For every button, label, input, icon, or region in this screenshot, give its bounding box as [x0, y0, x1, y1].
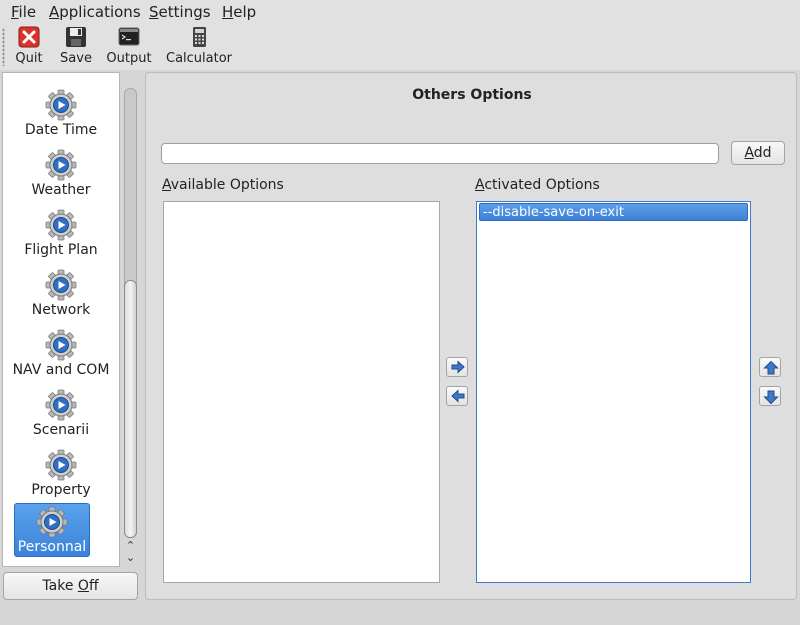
- sidebar-item-label: Property: [31, 482, 91, 498]
- gear-icon: [36, 506, 68, 538]
- arrow-down-icon: [763, 390, 779, 405]
- menu-file[interactable]: File: [11, 3, 36, 21]
- scroll-down-arrow-icon[interactable]: ⌄: [125, 552, 136, 563]
- activated-label-text: ctivated Options: [484, 177, 600, 193]
- panel-title: Others Options: [412, 87, 532, 103]
- option-input[interactable]: [161, 143, 719, 164]
- sidebar-item-nav-and-com[interactable]: NAV and COM: [3, 325, 119, 383]
- take-off-button[interactable]: Take Off: [3, 572, 138, 600]
- output-button[interactable]: Output: [106, 26, 152, 70]
- sidebar-item-label: Personnal: [17, 539, 87, 555]
- arrow-left-icon: [451, 389, 465, 403]
- activated-options-list[interactable]: --disable-save-on-exit: [476, 201, 751, 583]
- menu-file-label: ile: [18, 3, 37, 21]
- sidebar-item-scenarii[interactable]: Scenarii: [3, 385, 119, 443]
- terminal-icon: [118, 26, 140, 48]
- gear-icon: [45, 389, 77, 421]
- arrow-up-icon: [763, 360, 779, 375]
- gear-icon: [45, 209, 77, 241]
- calculator-button[interactable]: Calculator: [166, 26, 232, 70]
- remove-from-activated-button[interactable]: [446, 386, 468, 406]
- available-mnemonic: A: [162, 177, 171, 193]
- gear-icon: [45, 149, 77, 181]
- others-options-panel: Others Options Add Available Options Act…: [145, 72, 797, 600]
- gear-icon: [45, 449, 77, 481]
- scroll-up-arrow-icon[interactable]: ⌃: [125, 540, 136, 551]
- take-off-label-post: ff: [88, 578, 99, 594]
- menu-settings-mnemonic: S: [149, 3, 159, 21]
- sidebar-item-personnal[interactable]: Personnal: [14, 503, 90, 557]
- quit-label: Quit: [15, 51, 43, 66]
- toolbar-grip[interactable]: [2, 28, 5, 66]
- available-options-list[interactable]: [163, 201, 440, 583]
- output-label: Output: [106, 51, 152, 66]
- sidebar-scrollbar[interactable]: ⌃ ⌄: [122, 84, 139, 566]
- sidebar-item-label: Weather: [31, 182, 91, 198]
- sidebar-item-weather[interactable]: Weather: [3, 145, 119, 203]
- take-off-label-pre: Take: [42, 578, 78, 594]
- quit-button[interactable]: Quit: [12, 26, 46, 70]
- add-to-activated-button[interactable]: [446, 357, 468, 377]
- save-button[interactable]: Save: [58, 26, 94, 70]
- sidebar-item-label: Date Time: [24, 122, 98, 138]
- arrow-right-icon: [451, 360, 465, 374]
- menu-applications-label: pplications: [59, 3, 141, 21]
- gear-icon: [45, 329, 77, 361]
- sidebar-item-flight-plan[interactable]: Flight Plan: [3, 205, 119, 263]
- calculator-icon: [188, 26, 210, 48]
- gear-icon: [45, 269, 77, 301]
- sidebar-item-label: Network: [31, 302, 91, 318]
- menu-bar: File Applications Settings Help: [0, 0, 800, 24]
- status-bar: [0, 603, 800, 625]
- sidebar-item-label: Flight Plan: [24, 242, 98, 258]
- gear-icon: [45, 89, 77, 121]
- menu-help-label: elp: [233, 3, 257, 21]
- add-button[interactable]: Add: [731, 141, 785, 165]
- sidebar-item-network[interactable]: Network: [3, 265, 119, 323]
- save-label: Save: [60, 51, 92, 66]
- activated-options-label: Activated Options: [475, 177, 600, 193]
- menu-help-mnemonic: H: [222, 3, 234, 21]
- menu-applications-mnemonic: A: [49, 3, 60, 21]
- menu-applications[interactable]: Applications: [49, 3, 141, 21]
- activated-mnemonic: A: [475, 177, 485, 193]
- scrollbar-thumb[interactable]: [124, 280, 137, 538]
- menu-help[interactable]: Help: [222, 3, 256, 21]
- list-item[interactable]: --disable-save-on-exit: [479, 203, 748, 221]
- toolbar: Quit Save Output Calculator: [0, 24, 800, 70]
- menu-settings[interactable]: Settings: [149, 3, 211, 21]
- save-icon: [65, 26, 87, 48]
- move-up-button[interactable]: [759, 357, 781, 377]
- add-label: dd: [753, 145, 772, 161]
- sidebar-item-property[interactable]: Property: [3, 445, 119, 503]
- calculator-label: Calculator: [166, 51, 233, 66]
- sidebar-item-date-time[interactable]: Date Time: [3, 85, 119, 143]
- menu-settings-label: ettings: [158, 3, 211, 21]
- available-options-label: Available Options: [162, 177, 284, 193]
- sidebar: Date Time Weather Flight Plan Network NAV an…: [2, 72, 120, 567]
- available-label-text: vailable Options: [170, 177, 284, 193]
- sidebar-item-label: NAV and COM: [12, 362, 110, 378]
- add-mnemonic: A: [744, 145, 754, 161]
- take-off-mnemonic: O: [77, 578, 89, 594]
- menu-file-mnemonic: F: [11, 3, 19, 21]
- move-down-button[interactable]: [759, 386, 781, 406]
- sidebar-item-label: Scenarii: [32, 422, 90, 438]
- quit-icon: [18, 26, 40, 48]
